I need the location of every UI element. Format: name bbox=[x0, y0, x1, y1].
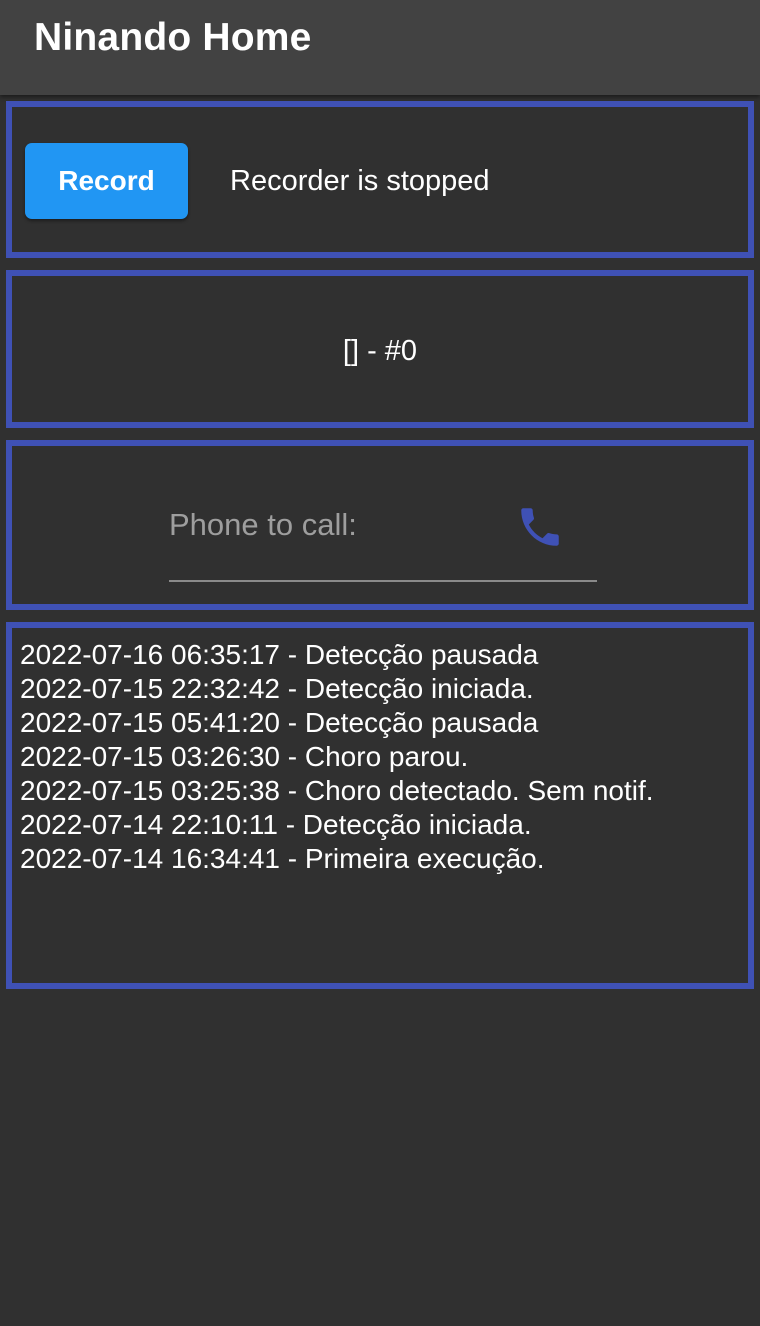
log-entry: 2022-07-15 03:26:30 - Choro parou. bbox=[20, 741, 469, 772]
record-button[interactable]: Record bbox=[25, 143, 188, 219]
log-entry: 2022-07-15 03:25:38 - Choro detectado. S… bbox=[20, 775, 654, 806]
app-title: Ninando Home bbox=[34, 16, 312, 59]
app-bar: Ninando Home bbox=[0, 0, 760, 95]
phone-icon bbox=[521, 508, 559, 546]
recorder-status-text: Recorder is stopped bbox=[230, 165, 490, 197]
log-entry: 2022-07-16 06:35:17 - Detecção pausada bbox=[20, 639, 539, 670]
phone-panel bbox=[6, 440, 754, 610]
event-log-panel: 2022-07-16 06:35:17 - Detecção pausada 2… bbox=[6, 622, 754, 989]
log-entry: 2022-07-15 22:32:42 - Detecção iniciada. bbox=[20, 673, 534, 704]
recorder-panel: Record Recorder is stopped bbox=[6, 101, 754, 258]
log-entry: 2022-07-14 16:34:41 - Primeira execução. bbox=[20, 843, 545, 874]
phone-field bbox=[169, 492, 597, 582]
call-button[interactable] bbox=[515, 502, 565, 552]
detection-status-panel: [] - #0 bbox=[6, 270, 754, 428]
detection-status-text: [] - #0 bbox=[342, 335, 418, 367]
phone-input[interactable] bbox=[169, 502, 499, 548]
event-log-list: 2022-07-16 06:35:17 - Detecção pausada 2… bbox=[20, 638, 654, 876]
log-entry: 2022-07-14 22:10:11 - Detecção iniciada. bbox=[20, 809, 532, 840]
log-entry: 2022-07-15 05:41:20 - Detecção pausada bbox=[20, 707, 539, 738]
